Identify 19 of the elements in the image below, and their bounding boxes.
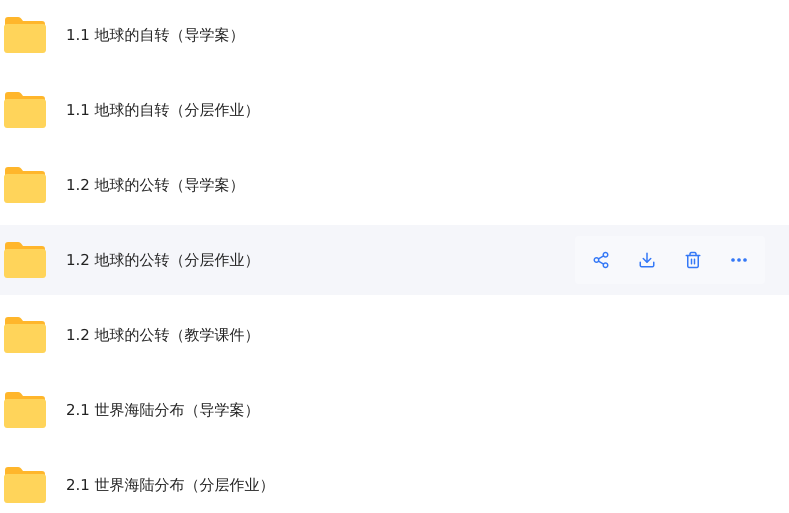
folder-icon: [3, 466, 47, 504]
more-icon: [731, 258, 747, 262]
folder-name[interactable]: 1.2 地球的公转（分层作业）: [66, 250, 260, 270]
folder-name[interactable]: 1.1 地球的自转（分层作业）: [66, 100, 260, 120]
folder-icon: [3, 91, 47, 129]
folder-icon: [3, 316, 47, 354]
folder-icon: [3, 241, 47, 279]
folder-name[interactable]: 1.2 地球的公转（导学案）: [66, 176, 245, 194]
file-row-highlight[interactable]: 1.2 地球的公转（分层作业）: [0, 225, 789, 295]
download-icon: [638, 251, 656, 269]
share-icon: [592, 251, 610, 269]
folder-name[interactable]: 2.1 世界海陆分布（分层作业）: [66, 476, 275, 494]
folder-icon: [3, 166, 47, 204]
folder-icon: [3, 391, 47, 429]
folder-name[interactable]: 1.2 地球的公转（教学课件）: [66, 326, 260, 344]
trash-icon: [684, 251, 702, 269]
folder-name[interactable]: 1.1 地球的自转（导学案）: [66, 26, 245, 44]
folder-name[interactable]: 2.1 世界海陆分布（导学案）: [66, 400, 260, 420]
folder-icon: [3, 16, 47, 54]
